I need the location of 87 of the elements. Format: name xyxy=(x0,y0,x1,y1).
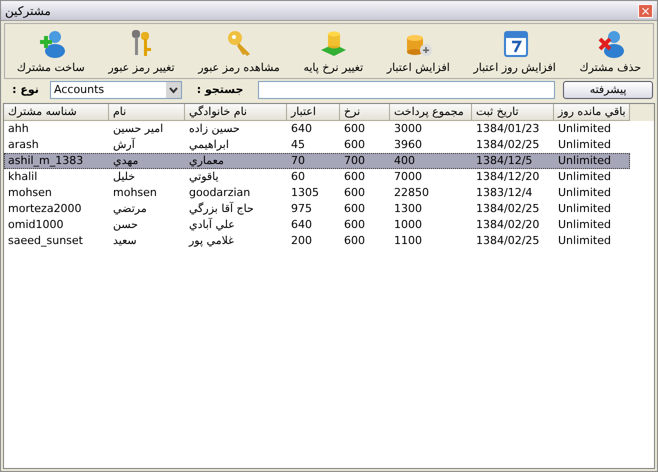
table-cell-text: 600 xyxy=(343,201,366,217)
toolbar-button[interactable]: تغيير رمز عبور xyxy=(106,28,177,76)
table-cell-text: 3000 xyxy=(393,121,423,137)
table-cell-text: حسن xyxy=(112,217,139,233)
search-label: : جستجو xyxy=(196,82,244,98)
table-cell-text: 600 xyxy=(343,121,366,137)
table-cell-text: Unlimited xyxy=(557,153,612,169)
toolbar-button[interactable]: افزايش اعتبار xyxy=(384,28,452,76)
table-cell-text: ياقوتي xyxy=(188,169,220,185)
table-cell-text: 70 xyxy=(290,153,306,169)
table-cell-text: ashil_m_1383 xyxy=(7,153,84,169)
table-cell-text: سعيد xyxy=(112,233,138,249)
table-cell-text: 1384/02/20 xyxy=(475,217,540,233)
table-cell-text: 1384/12/20 xyxy=(475,169,540,185)
toolbar-button[interactable]: مشاهده رمز عبور xyxy=(196,28,282,76)
table-cell-text: 1383/12/4 xyxy=(475,185,534,201)
column-header[interactable]: باقي مانده روز xyxy=(554,104,630,121)
table-cell-text: 600 xyxy=(343,233,366,249)
table-cell-text: Unlimited xyxy=(557,121,612,137)
column-header[interactable]: تاريخ ثبت xyxy=(472,104,554,121)
table-cell-text: morteza2000 xyxy=(7,201,83,217)
type-dropdown[interactable]: Accounts xyxy=(50,81,182,99)
table-cell-text: حسين زاده xyxy=(188,121,241,137)
table-cell-text: 975 xyxy=(290,201,313,217)
window-title: مشتركين xyxy=(5,2,51,20)
table-cell-text: ابراهيمي xyxy=(188,137,230,153)
table-row[interactable]: mohsen mohsen goodarzian 1305 600 22850 1383/12/4 Unlimited xyxy=(4,185,630,201)
table-cell-text: 640 xyxy=(290,217,313,233)
table-cell-text: 600 xyxy=(343,185,366,201)
table-cell-text: 600 xyxy=(343,137,366,153)
table-cell-text: khalil xyxy=(7,169,38,185)
table-cell-text: 1384/12/5 xyxy=(475,153,534,169)
column-header[interactable]: نرخ xyxy=(340,104,390,121)
table-cell-text: omid1000 xyxy=(7,217,64,233)
toolbar-button[interactable]: تغيير نرخ پايه xyxy=(301,28,366,76)
table-cell-text: 60 xyxy=(290,169,306,185)
table-cell-text: 1384/01/23 xyxy=(475,121,540,137)
table-cell-text: Unlimited xyxy=(557,217,612,233)
table-cell-text: mohsen xyxy=(112,185,158,201)
table-cell-text: 200 xyxy=(290,233,313,249)
table-cell-text: 1384/02/25 xyxy=(475,201,540,217)
type-label: : نوع xyxy=(11,82,40,98)
table-cell-text: ahh xyxy=(7,121,30,137)
table-cell-text: 400 xyxy=(393,153,416,169)
table-cell-text: غلامي پور xyxy=(188,233,235,249)
table-cell-text: 1384/02/25 xyxy=(475,233,540,249)
table-cell-text: 1300 xyxy=(393,201,423,217)
table-cell-text: 1100 xyxy=(393,233,423,249)
table-cell-text: 45 xyxy=(290,137,306,153)
search-field[interactable] xyxy=(258,81,556,99)
table-cell-text: مهدي xyxy=(112,153,140,169)
table-cell-text: 600 xyxy=(343,217,366,233)
column-header[interactable]: نام خانوادگي xyxy=(185,104,287,121)
table-cell-text: 600 xyxy=(343,169,366,185)
table-cell-text: آرش xyxy=(112,137,136,153)
toolbar-button[interactable]: حذف مشترك xyxy=(578,28,644,76)
table-cell-text: mohsen xyxy=(7,185,53,201)
table-cell-text: 22850 xyxy=(393,185,430,201)
table-cell-text: خليل xyxy=(112,169,136,185)
column-header[interactable]: شناسه مشترك xyxy=(4,104,109,121)
advanced-button[interactable]: پيشرفته xyxy=(563,81,654,99)
table-cell-text: 1305 xyxy=(290,185,320,201)
table-cell-text: 700 xyxy=(343,153,366,169)
table-cell-text: حاج آقا بزرگي xyxy=(188,201,255,217)
table-cell-text: 640 xyxy=(290,121,313,137)
table-cell-text: 1000 xyxy=(393,217,423,233)
table-cell-text: Unlimited xyxy=(557,169,612,185)
table-cell-text: goodarzian xyxy=(188,185,252,201)
table-cell-text: Unlimited xyxy=(557,137,612,153)
table-cell-text: 1384/02/25 xyxy=(475,137,540,153)
table-cell-text: saeed_sunset xyxy=(7,233,84,249)
table-cell-text: 7000 xyxy=(393,169,423,185)
table-cell-text: Unlimited xyxy=(557,201,612,217)
table-cell-text: 3960 xyxy=(393,137,423,153)
table-cell-text: علي آبادي xyxy=(188,217,236,233)
close-button[interactable]: × xyxy=(638,4,653,18)
toolbar-button[interactable]: افزايش روز اعتبار xyxy=(471,28,558,76)
table-cell-text: Unlimited xyxy=(557,185,612,201)
table-cell-text: امير حسين xyxy=(112,121,164,137)
column-header[interactable]: اعتبار xyxy=(287,104,340,121)
column-header[interactable]: مجموع پرداخت xyxy=(390,104,472,121)
table-cell-text: arash xyxy=(7,137,40,153)
column-header[interactable]: نام xyxy=(109,104,185,121)
table-cell-text: معماري xyxy=(188,153,225,169)
toolbar-button[interactable]: ساخت مشترك xyxy=(14,28,87,76)
table-cell-text: Unlimited xyxy=(557,233,612,249)
table-cell-text: مرتضي xyxy=(112,201,148,217)
